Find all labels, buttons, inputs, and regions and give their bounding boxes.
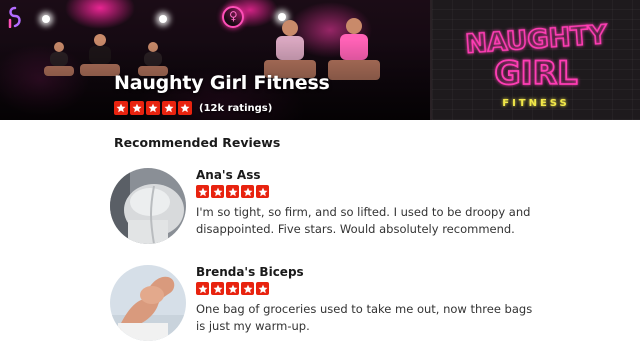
neon-line-2: GIRL <box>494 54 577 92</box>
star-icon <box>211 185 224 198</box>
star-icon <box>114 101 128 115</box>
review-author: Ana's Ass <box>196 168 261 182</box>
ceiling-light <box>42 15 50 23</box>
neon-line-3: FITNESS <box>502 98 570 109</box>
star-icon <box>256 282 269 295</box>
rating-stars <box>114 101 194 115</box>
star-icon <box>256 185 269 198</box>
ceiling-light <box>278 13 286 21</box>
hero-banner: ♀ NAUGHTY GIRL FITNESS Naughty Girl Fitn… <box>0 0 640 120</box>
star-icon <box>196 282 209 295</box>
star-icon <box>226 185 239 198</box>
review-avatar <box>110 265 186 341</box>
star-icon <box>241 282 254 295</box>
business-name: Naughty Girl Fitness <box>114 72 330 94</box>
ceiling-light <box>159 15 167 23</box>
ratings-count: (12k ratings) <box>199 102 273 114</box>
review-stars <box>196 282 271 295</box>
review-text: I'm so tight, so firm, and so lifted. I … <box>196 205 531 236</box>
studio-logo-icon: ♀ <box>222 6 244 28</box>
review-avatar <box>110 168 186 244</box>
star-icon <box>130 101 144 115</box>
review-author: Brenda's Biceps <box>196 265 304 279</box>
app-logo-icon <box>8 6 21 28</box>
star-icon <box>178 101 192 115</box>
review-text: One bag of groceries used to take me out… <box>196 302 533 333</box>
business-rating: (12k ratings) <box>114 100 272 116</box>
star-icon <box>211 282 224 295</box>
section-title: Recommended Reviews <box>114 135 281 150</box>
review-stars <box>196 185 271 198</box>
star-icon <box>146 101 160 115</box>
neon-sign-logo: NAUGHTY GIRL FITNESS <box>464 19 610 109</box>
star-icon <box>162 101 176 115</box>
star-icon <box>226 282 239 295</box>
star-icon <box>241 185 254 198</box>
star-icon <box>196 185 209 198</box>
